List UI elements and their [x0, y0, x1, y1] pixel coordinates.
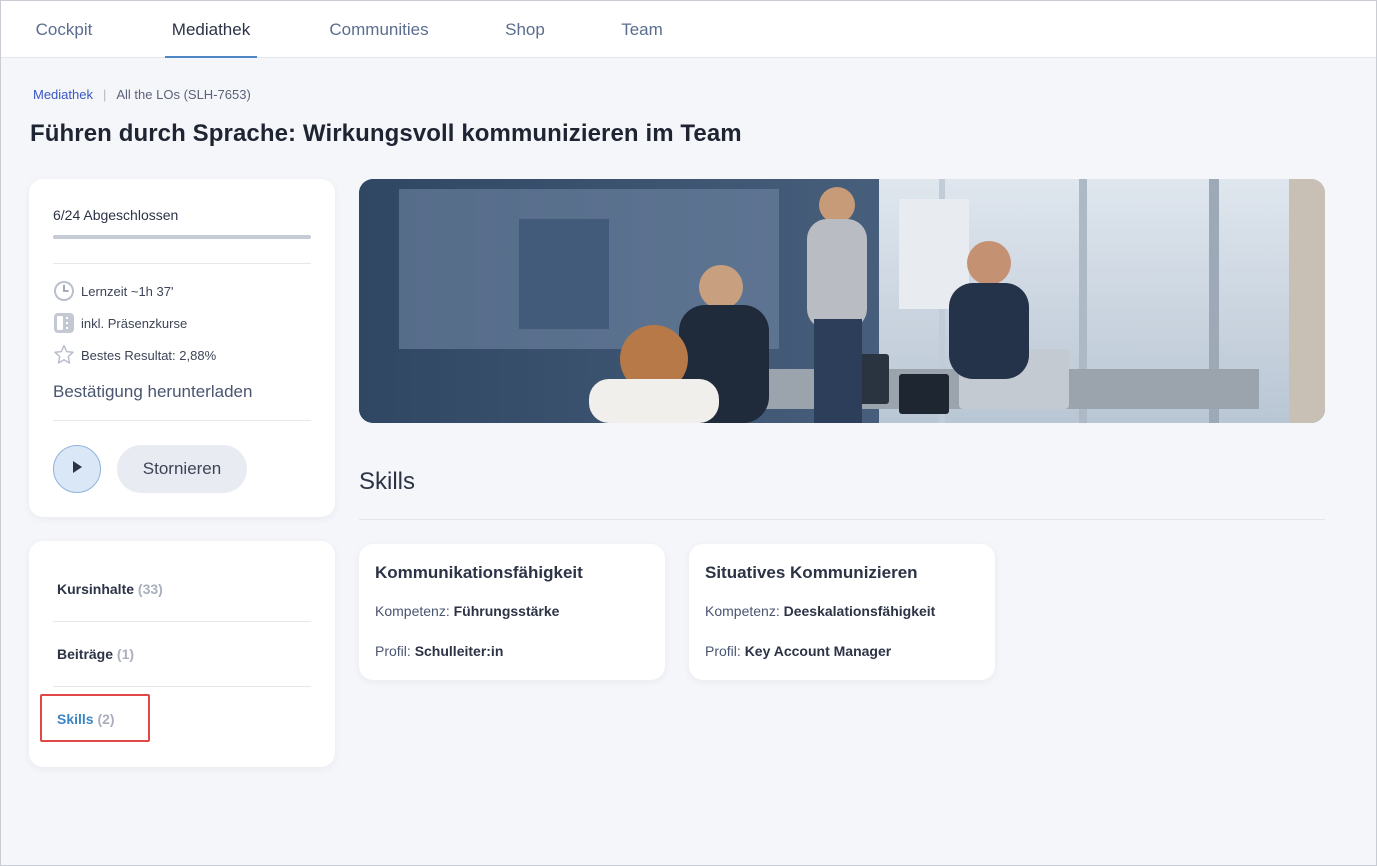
- divider: [53, 420, 311, 421]
- menu-item-beitraege[interactable]: Beiträge (1): [57, 646, 134, 662]
- menu-item-count: (33): [137, 581, 163, 597]
- clock-icon: [53, 280, 75, 302]
- classroom-text: inkl. Präsenzkurse: [81, 315, 188, 331]
- competence-label: Kompetenz:: [705, 603, 780, 619]
- menu-item-kursinhalte[interactable]: Kursinhalte (33): [57, 581, 163, 597]
- skill-card-competence: Kompetenz: Führungsstärke: [375, 603, 559, 619]
- page-title: Führen durch Sprache: Wirkungsvoll kommu…: [30, 120, 742, 147]
- play-button[interactable]: [53, 445, 101, 493]
- breadcrumb: Mediathek | All the LOs (SLH-7653): [33, 87, 251, 102]
- skill-card-competence: Kompetenz: Deeskalationsfähigkeit: [705, 603, 935, 619]
- course-menu-card: Kursinhalte (33) Beiträge (1) Skills (2): [29, 541, 335, 767]
- course-hero-image: [359, 179, 1325, 423]
- best-result-text: Bestes Resultat: 2,88%: [81, 347, 217, 363]
- tab-mediathek[interactable]: Mediathek: [165, 1, 257, 58]
- skill-card[interactable]: Kommunikationsfähigkeit Kompetenz: Führu…: [359, 544, 665, 680]
- star-icon: [53, 344, 75, 366]
- menu-item-count: (1): [116, 646, 135, 662]
- breadcrumb-mediathek-link[interactable]: Mediathek: [33, 87, 93, 102]
- breadcrumb-separator: |: [102, 87, 107, 102]
- profile-label: Profil:: [705, 643, 741, 659]
- skill-card-profile: Profil: Schulleiter:in: [375, 643, 503, 659]
- menu-item-label: Kursinhalte: [57, 581, 135, 597]
- progress-bar-fill: [53, 235, 311, 239]
- tab-cockpit[interactable]: Cockpit: [35, 1, 93, 58]
- divider: [53, 686, 311, 687]
- tab-shop[interactable]: Shop: [505, 1, 545, 58]
- top-navigation: Cockpit Mediathek Communities Shop Team: [1, 1, 1376, 58]
- learning-time-text: Lernzeit ~1h 37': [81, 283, 174, 299]
- play-icon: [69, 459, 85, 480]
- skill-card-profile: Profil: Key Account Manager: [705, 643, 891, 659]
- divider: [53, 621, 311, 622]
- tab-communities[interactable]: Communities: [327, 1, 431, 58]
- profile-label: Profil:: [375, 643, 411, 659]
- cancel-button[interactable]: Stornieren: [117, 445, 247, 493]
- classroom-icon: [53, 312, 75, 334]
- progress-bar: [53, 235, 311, 239]
- competence-value: Führungsstärke: [453, 603, 560, 619]
- tab-team[interactable]: Team: [620, 1, 664, 58]
- competence-label: Kompetenz:: [375, 603, 450, 619]
- skill-card-title: Situatives Kommunizieren: [705, 563, 918, 582]
- highlight-annotation: [40, 694, 150, 742]
- office-scene-illustration: [359, 179, 1325, 423]
- learning-time-row: Lernzeit ~1h 37': [53, 280, 173, 302]
- section-divider: [359, 519, 1325, 520]
- progress-card: 6/24 Abgeschlossen Lernzeit ~1h 37' inkl…: [29, 179, 335, 517]
- competence-value: Deeskalationsfähigkeit: [783, 603, 936, 619]
- divider: [53, 263, 311, 264]
- best-result-row: Bestes Resultat: 2,88%: [53, 344, 216, 366]
- profile-value: Key Account Manager: [744, 643, 892, 659]
- breadcrumb-current: All the LOs (SLH-7653): [116, 87, 251, 102]
- profile-value: Schulleiter:in: [414, 643, 504, 659]
- progress-label: 6/24 Abgeschlossen: [53, 207, 179, 223]
- skill-card[interactable]: Situatives Kommunizieren Kompetenz: Dees…: [689, 544, 995, 680]
- download-confirmation-link[interactable]: Bestätigung herunterladen: [53, 382, 252, 402]
- menu-item-label: Beiträge: [57, 646, 114, 662]
- classroom-row: inkl. Präsenzkurse: [53, 312, 187, 334]
- skill-card-title: Kommunikationsfähigkeit: [375, 563, 583, 582]
- skills-section-title: Skills: [359, 468, 416, 495]
